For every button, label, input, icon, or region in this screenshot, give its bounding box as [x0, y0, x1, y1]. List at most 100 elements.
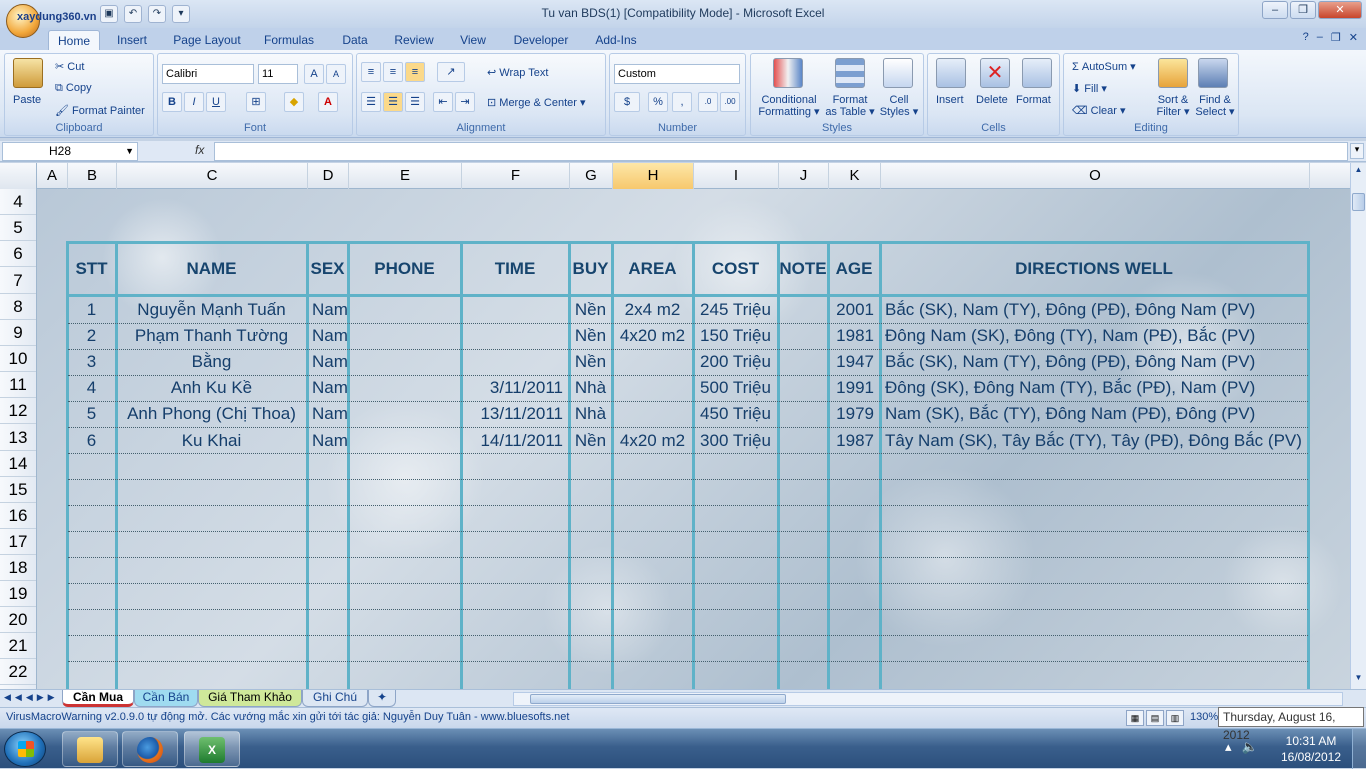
column-header-c[interactable]: C: [117, 163, 308, 189]
row-header-9[interactable]: 9: [0, 320, 36, 346]
ribbon-minimize-icon[interactable]: –: [1317, 31, 1323, 44]
number-format-select[interactable]: Custom: [614, 64, 740, 84]
table-cell[interactable]: Anh Ku Kề: [117, 375, 306, 401]
row-header-13[interactable]: 13: [0, 424, 36, 451]
row-header-19[interactable]: 19: [0, 581, 36, 607]
orientation-icon[interactable]: ↗: [437, 62, 465, 82]
sort-filter-button[interactable]: Sort & Filter ▾: [1154, 94, 1192, 118]
undo-icon[interactable]: ↶: [124, 5, 142, 23]
table-cell[interactable]: [349, 323, 460, 349]
scroll-down-icon[interactable]: ▼: [1352, 673, 1365, 687]
worksheet-grid[interactable]: STT NAME SEX PHONE TIME BUY AREA COST NOTE AGE DIR…: [0, 163, 1350, 689]
tab-insert[interactable]: Insert: [110, 30, 154, 50]
table-cell[interactable]: 4x20 m2: [613, 428, 692, 454]
format-painter-button[interactable]: 🖌 Format Painter: [55, 104, 145, 117]
sheet-tab-gia-tham-khao[interactable]: Giá Tham Khảo: [198, 690, 302, 707]
tab-view[interactable]: View: [454, 30, 492, 50]
table-cell[interactable]: Tây Nam (SK), Tây Bắc (TY), Tây (PĐ), Đô…: [881, 428, 1307, 454]
comma-button[interactable]: ,: [672, 92, 692, 112]
table-cell[interactable]: Nam: [308, 297, 347, 323]
table-cell[interactable]: [462, 349, 568, 375]
row-header-11[interactable]: 11: [0, 372, 36, 398]
underline-button[interactable]: U: [206, 92, 226, 112]
table-cell[interactable]: [613, 349, 692, 375]
row-header-8[interactable]: 8: [0, 294, 36, 320]
format-as-table-button[interactable]: Format as Table ▾: [825, 94, 875, 118]
expand-formula-bar-icon[interactable]: ▾: [1350, 143, 1364, 159]
binoculars-icon[interactable]: [1198, 58, 1228, 88]
table-cell[interactable]: 2x4 m2: [613, 297, 692, 323]
row-header-20[interactable]: 20: [0, 607, 36, 633]
increase-indent-icon[interactable]: ⇥: [455, 92, 475, 112]
conditional-formatting-button[interactable]: Conditional Formatting ▾: [757, 94, 821, 118]
table-cell[interactable]: [462, 323, 568, 349]
table-cell[interactable]: 4: [68, 375, 115, 401]
vertical-scrollbar[interactable]: ▲ ▼: [1350, 163, 1366, 689]
row-header-15[interactable]: 15: [0, 477, 36, 503]
paste-icon[interactable]: [13, 58, 43, 88]
table-cell[interactable]: Nhà: [570, 375, 611, 401]
row-header-10[interactable]: 10: [0, 346, 36, 372]
vertical-scroll-thumb[interactable]: [1352, 193, 1365, 211]
table-cell[interactable]: 1979: [829, 401, 879, 427]
currency-button[interactable]: $: [614, 92, 640, 112]
zoom-level[interactable]: 130%: [1190, 711, 1218, 723]
table-cell[interactable]: 2: [68, 323, 115, 349]
start-button[interactable]: [4, 731, 46, 767]
table-cell[interactable]: 450 Triệu: [694, 401, 777, 427]
ribbon-close-icon[interactable]: ✕: [1349, 31, 1358, 44]
table-cell[interactable]: Nam: [308, 349, 347, 375]
table-cell[interactable]: Đông (SK), Đông Nam (TY), Bắc (PĐ), Nam …: [881, 375, 1307, 401]
table-cell[interactable]: Nền: [570, 297, 611, 323]
table-cell[interactable]: [349, 297, 460, 323]
redo-icon[interactable]: ↷: [148, 5, 166, 23]
table-cell[interactable]: [462, 297, 568, 323]
save-icon[interactable]: ▣: [100, 5, 118, 23]
column-header-j[interactable]: J: [779, 163, 829, 189]
taskbar-excel[interactable]: X: [184, 731, 240, 767]
font-color-icon[interactable]: A: [318, 92, 338, 112]
chevron-down-icon[interactable]: ▼: [125, 143, 134, 160]
table-cell[interactable]: [349, 428, 460, 454]
tab-review[interactable]: Review: [390, 30, 438, 50]
format-cells-button[interactable]: Format: [1016, 94, 1051, 106]
table-cell[interactable]: 500 Triệu: [694, 375, 777, 401]
percent-button[interactable]: %: [648, 92, 668, 112]
table-cell[interactable]: [349, 401, 460, 427]
table-cell[interactable]: 200 Triệu: [694, 349, 777, 375]
row-header-14[interactable]: 14: [0, 451, 36, 477]
fill-button[interactable]: ⬇ Fill ▾: [1072, 82, 1107, 95]
table-cell[interactable]: [779, 401, 827, 427]
normal-view-icon[interactable]: ▦: [1126, 710, 1144, 726]
column-header-g[interactable]: G: [570, 163, 613, 189]
merge-center-button[interactable]: ⊡ Merge & Center ▾: [487, 96, 586, 109]
font-size-select[interactable]: 11: [258, 64, 298, 84]
column-header-k[interactable]: K: [829, 163, 881, 189]
align-right-icon[interactable]: ☰: [405, 92, 425, 112]
row-header-12[interactable]: 12: [0, 398, 36, 424]
page-layout-view-icon[interactable]: ▤: [1146, 710, 1164, 726]
sheet-tab-can-ban[interactable]: Cần Bán: [134, 690, 198, 707]
scroll-up-icon[interactable]: ▲: [1352, 165, 1365, 179]
format-cells-icon[interactable]: [1022, 58, 1052, 88]
decrease-indent-icon[interactable]: ⇤: [433, 92, 453, 112]
table-cell[interactable]: [613, 401, 692, 427]
table-cell[interactable]: [613, 375, 692, 401]
clear-button[interactable]: ⌫ Clear ▾: [1072, 104, 1126, 117]
table-cell[interactable]: Phạm Thanh Tường: [117, 323, 306, 349]
cut-button[interactable]: ✂ Cut: [55, 60, 84, 73]
align-left-icon[interactable]: ☰: [361, 92, 381, 112]
row-header-6[interactable]: 6: [0, 241, 36, 267]
delete-cells-icon[interactable]: ✕: [980, 58, 1010, 88]
table-cell[interactable]: 150 Triệu: [694, 323, 777, 349]
table-cell[interactable]: 5: [68, 401, 115, 427]
table-cell[interactable]: [779, 375, 827, 401]
grow-font-icon[interactable]: A: [304, 64, 324, 84]
table-cell[interactable]: [349, 375, 460, 401]
table-cell[interactable]: [779, 428, 827, 454]
table-cell[interactable]: Bằng: [117, 349, 306, 375]
horizontal-scrollbar[interactable]: [513, 692, 1343, 706]
shrink-font-icon[interactable]: A: [326, 64, 346, 84]
column-header-a[interactable]: A: [37, 163, 68, 189]
formula-input[interactable]: [214, 142, 1348, 161]
